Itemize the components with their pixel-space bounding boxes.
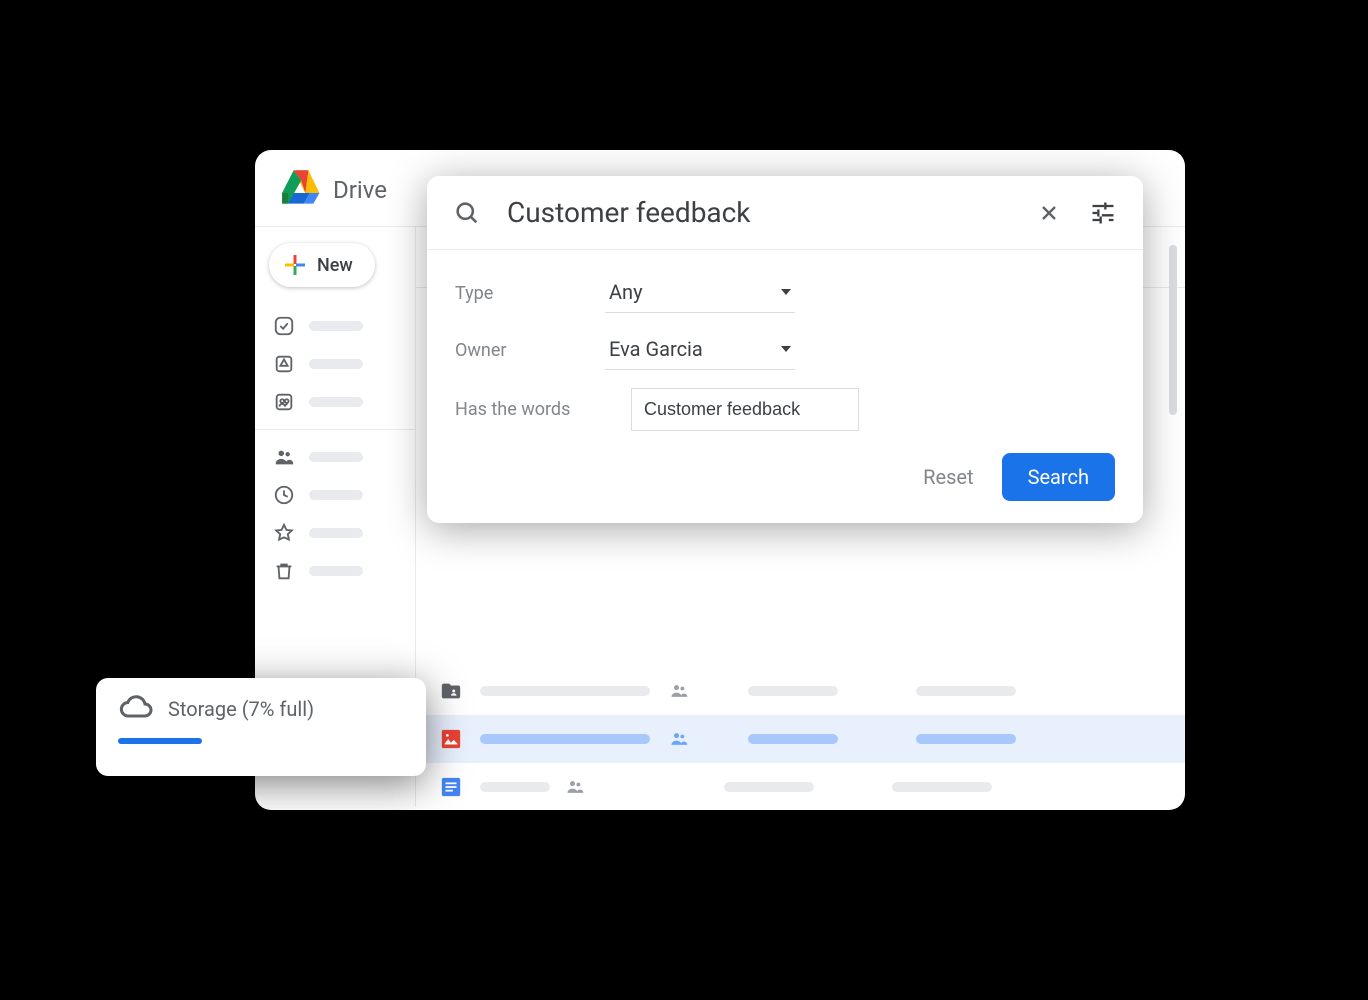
filter-row-has-words: Has the words <box>455 388 1115 431</box>
nav-placeholder <box>309 321 363 331</box>
file-row[interactable] <box>416 763 1185 810</box>
nav-item-shared[interactable] <box>269 438 415 476</box>
tune-icon[interactable] <box>1089 199 1117 227</box>
file-meta-placeholder <box>916 734 1016 744</box>
plus-icon <box>283 253 307 277</box>
search-button[interactable]: Search <box>1002 453 1115 501</box>
file-meta-placeholder <box>892 782 992 792</box>
file-meta-placeholder <box>748 686 838 696</box>
file-meta-placeholder <box>724 782 814 792</box>
file-name-placeholder <box>480 734 650 744</box>
storage-card[interactable]: Storage (7% full) <box>96 678 426 776</box>
search-panel: Customer feedback Type Any Owner Eva Gar… <box>427 176 1143 523</box>
nav-placeholder <box>309 397 363 407</box>
nav-list-2 <box>269 438 415 590</box>
file-row[interactable] <box>416 667 1185 715</box>
owner-select-value: Eva Garcia <box>609 337 703 361</box>
nav-item-starred[interactable] <box>269 514 415 552</box>
app-title: Drive <box>333 176 387 204</box>
nav-placeholder <box>309 490 363 500</box>
nav-separator <box>255 429 415 430</box>
drive-outline-icon <box>273 353 295 375</box>
new-button-label: New <box>317 255 353 276</box>
filter-label-owner: Owner <box>455 340 605 361</box>
people-icon <box>564 776 586 798</box>
search-query[interactable]: Customer feedback <box>507 196 1009 229</box>
search-header: Customer feedback <box>427 176 1143 250</box>
storage-label: Storage (7% full) <box>168 697 314 721</box>
nav-placeholder <box>309 566 363 576</box>
clock-icon <box>273 484 295 506</box>
filter-row-type: Type Any <box>455 274 1115 313</box>
file-rows <box>416 667 1185 810</box>
shared-drives-icon <box>273 391 295 413</box>
file-meta-placeholder <box>748 734 838 744</box>
nav-item-mydrive[interactable] <box>269 345 415 383</box>
filter-row-owner: Owner Eva Garcia <box>455 331 1115 370</box>
storage-progress-bar <box>118 738 202 744</box>
type-select[interactable]: Any <box>605 274 795 313</box>
type-select-value: Any <box>609 280 643 304</box>
nav-item-priority[interactable] <box>269 307 415 345</box>
nav-item-recent[interactable] <box>269 476 415 514</box>
reset-button[interactable]: Reset <box>923 465 973 489</box>
filters: Type Any Owner Eva Garcia Has the words … <box>427 250 1143 523</box>
file-name-placeholder <box>480 782 550 792</box>
docs-icon <box>440 776 462 798</box>
has-words-input[interactable] <box>631 388 859 431</box>
file-meta-placeholder <box>916 686 1016 696</box>
trash-icon <box>273 560 295 582</box>
nav-item-shared-drives[interactable] <box>269 383 415 421</box>
filter-label-type: Type <box>455 283 605 304</box>
filter-actions: Reset Search <box>455 449 1115 501</box>
owner-select[interactable]: Eva Garcia <box>605 331 795 370</box>
cloud-icon <box>118 694 154 724</box>
folder-shared-icon <box>440 680 462 702</box>
new-button[interactable]: New <box>269 243 375 287</box>
nav-item-trash[interactable] <box>269 552 415 590</box>
scrollbar[interactable] <box>1169 245 1177 415</box>
clear-icon[interactable] <box>1035 199 1063 227</box>
check-square-icon <box>273 315 295 337</box>
search-icon <box>453 199 481 227</box>
drive-logo-icon <box>279 170 323 210</box>
star-icon <box>273 522 295 544</box>
nav-placeholder <box>309 452 363 462</box>
filter-label-has-words: Has the words <box>455 399 631 420</box>
storage-head: Storage (7% full) <box>118 694 404 724</box>
nav-list <box>269 307 415 421</box>
chevron-down-icon <box>781 346 791 352</box>
nav-placeholder <box>309 528 363 538</box>
image-icon <box>440 728 462 750</box>
people-icon <box>668 728 690 750</box>
file-row-selected[interactable] <box>416 715 1185 763</box>
nav-placeholder <box>309 359 363 369</box>
file-name-placeholder <box>480 686 650 696</box>
people-icon <box>273 446 295 468</box>
people-icon <box>668 680 690 702</box>
chevron-down-icon <box>781 289 791 295</box>
